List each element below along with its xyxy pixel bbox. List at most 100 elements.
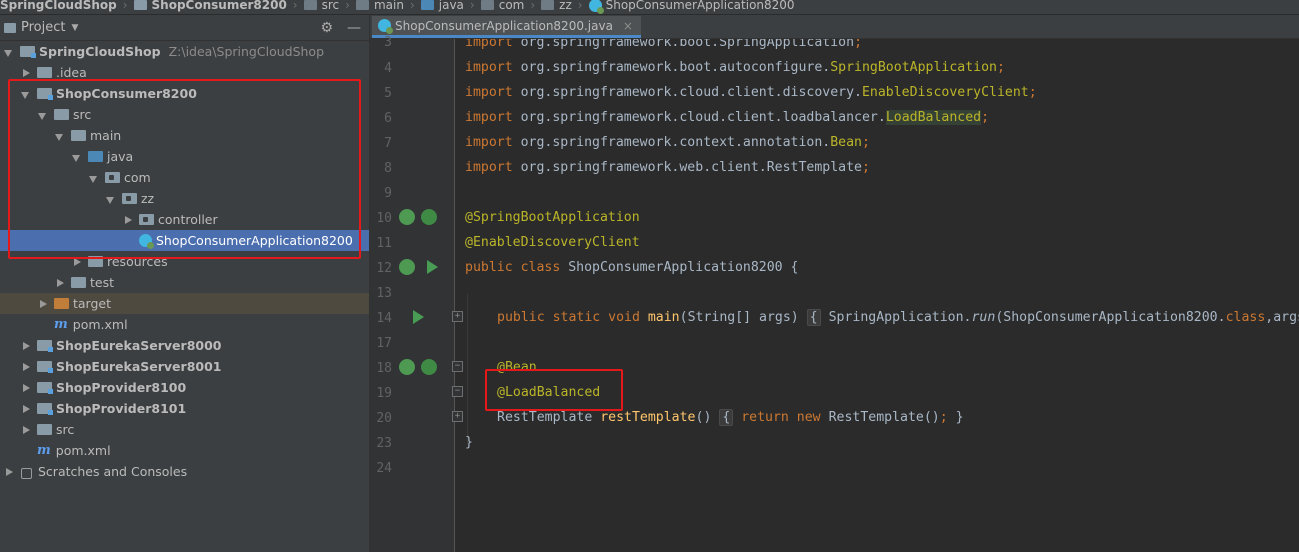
tree-item[interactable]: test <box>0 272 369 293</box>
tree-item[interactable]: zz <box>0 188 369 209</box>
tree-item[interactable]: java <box>0 146 369 167</box>
line-number: 6 <box>384 111 392 126</box>
bean-icon[interactable] <box>399 259 415 275</box>
tree-item-label: test <box>90 275 115 290</box>
chevron-right-icon[interactable] <box>4 467 14 477</box>
chevron-down-icon[interactable] <box>106 194 116 204</box>
fold-icon[interactable]: − <box>452 361 463 372</box>
chevron-right-icon[interactable] <box>21 383 31 393</box>
code-line: import org.springframework.boot.autoconf… <box>465 60 1005 75</box>
tree-item[interactable]: ShopConsumerApplication8200 <box>0 230 369 251</box>
tree-item[interactable]: m pom.xml <box>0 314 369 335</box>
spring-class-icon <box>139 234 154 249</box>
line-number: 8 <box>384 161 392 176</box>
breadcrumb-item[interactable]: ShopConsumer8200 › <box>133 0 304 12</box>
chevron-down-icon[interactable] <box>55 131 65 141</box>
tree-item[interactable]: controller <box>0 209 369 230</box>
chevron-right-icon[interactable] <box>55 278 65 288</box>
code-line: } <box>465 435 473 450</box>
breadcrumb-item[interactable]: ShopConsumerApplication8200 <box>588 0 795 14</box>
tree-item[interactable]: main <box>0 125 369 146</box>
breadcrumb-item[interactable]: java › <box>420 0 481 12</box>
chevron-right-icon[interactable] <box>21 425 31 435</box>
fold-icon[interactable]: − <box>452 386 463 397</box>
tree-item-label: resources <box>107 254 168 269</box>
tree-item-label: .idea <box>56 65 87 80</box>
tree-item[interactable]: ShopConsumer8200 <box>0 83 369 104</box>
tree-item[interactable]: ShopProvider8100 <box>0 377 369 398</box>
project-tool-window: Project ▼ ⚙ — SpringCloudShop Z:\idea\Spr… <box>0 15 370 552</box>
close-icon[interactable]: × <box>623 19 633 33</box>
module-folder-icon <box>37 361 53 373</box>
code-line: @Bean <box>497 360 537 375</box>
tree-item-label: pom.xml <box>72 317 128 332</box>
chevron-right-icon[interactable] <box>21 341 31 351</box>
breadcrumb-item[interactable]: src › <box>303 0 356 12</box>
chevron-right-icon[interactable] <box>21 404 31 414</box>
bean-icon[interactable] <box>399 209 415 225</box>
spring-boot-icon[interactable] <box>421 209 437 225</box>
bean-icon[interactable] <box>399 359 415 375</box>
project-panel-title[interactable]: Project <box>21 20 65 35</box>
breadcrumb-item[interactable]: zz › <box>541 0 588 12</box>
tree-item[interactable]: ShopEurekaServer8000 <box>0 335 369 356</box>
chevron-right-icon[interactable] <box>21 68 31 78</box>
chevron-down-icon[interactable] <box>89 173 99 183</box>
code-editor[interactable]: import org.springframework.boot.SpringAp… <box>465 39 1299 552</box>
tree-item[interactable]: SpringCloudShop Z:\idea\SpringCloudShop <box>0 41 369 62</box>
tree-item-label: ShopProvider8101 <box>56 401 187 416</box>
tree-item[interactable]: ShopEurekaServer8001 <box>0 356 369 377</box>
chevron-down-icon[interactable]: ▼ <box>71 23 78 33</box>
line-number: 10 <box>376 211 392 226</box>
spring-class-icon <box>588 0 604 14</box>
chevron-right-icon[interactable] <box>72 257 82 267</box>
tab-shopconsumerapplication[interactable]: ShopConsumerApplication8200.java × <box>372 16 641 38</box>
tree-item[interactable]: m pom.xml <box>0 440 369 461</box>
fold-icon[interactable]: + <box>452 411 463 422</box>
folder-icon <box>37 424 52 435</box>
tree-item[interactable]: com <box>0 167 369 188</box>
minimize-icon[interactable]: — <box>347 20 361 36</box>
navigation-bar: SpringCloudShop › ShopConsumer8200 › src › … <box>0 0 1299 15</box>
tree-item-label: Scratches and Consoles <box>38 464 188 479</box>
tree-item[interactable]: src <box>0 419 369 440</box>
chevron-down-icon[interactable] <box>21 89 31 99</box>
tree-item-label: com <box>124 170 151 185</box>
code-line: import org.springframework.web.client.Re… <box>465 160 870 175</box>
breadcrumb-item[interactable]: main › <box>355 0 421 12</box>
chevron-down-icon[interactable] <box>72 152 82 162</box>
chevron-right-icon[interactable] <box>123 215 133 225</box>
tree-item[interactable]: resources <box>0 251 369 272</box>
folder-icon <box>37 67 52 78</box>
settings-icon[interactable]: ⚙ <box>320 20 333 36</box>
run-icon[interactable] <box>413 310 424 324</box>
folder-icon <box>355 0 369 10</box>
source-folder-icon <box>88 151 103 162</box>
tree-item[interactable]: Scratches and Consoles <box>0 461 369 482</box>
chevron-down-icon[interactable] <box>38 110 48 120</box>
chevron-down-icon[interactable] <box>4 47 14 57</box>
tree-item-label: ShopConsumer8200 <box>56 86 197 101</box>
tree-item-label: controller <box>158 212 218 227</box>
module-folder-icon <box>37 88 53 100</box>
package-icon <box>105 172 120 183</box>
line-number: 20 <box>376 411 392 426</box>
breadcrumb-item[interactable]: SpringCloudShop › <box>0 0 134 12</box>
tree-item[interactable]: ShopProvider8101 <box>0 398 369 419</box>
line-number: 14 <box>376 311 392 326</box>
tree-item-label: ShopEurekaServer8001 <box>56 359 222 374</box>
tree-item[interactable]: target <box>0 293 369 314</box>
tree-item[interactable]: .idea <box>0 62 369 83</box>
tree-item[interactable]: src <box>0 104 369 125</box>
fold-icon[interactable]: + <box>452 311 463 322</box>
chevron-right-icon[interactable] <box>38 299 48 309</box>
folder-icon <box>71 130 86 141</box>
project-icon <box>4 22 16 33</box>
tree-item-label: ShopEurekaServer8000 <box>56 338 222 353</box>
module-folder-icon <box>133 0 147 10</box>
excluded-folder-icon <box>54 298 69 309</box>
chevron-right-icon[interactable] <box>21 362 31 372</box>
breadcrumb-item[interactable]: com › <box>480 0 541 12</box>
run-icon[interactable] <box>427 260 438 274</box>
spring-boot-icon[interactable] <box>421 359 437 375</box>
